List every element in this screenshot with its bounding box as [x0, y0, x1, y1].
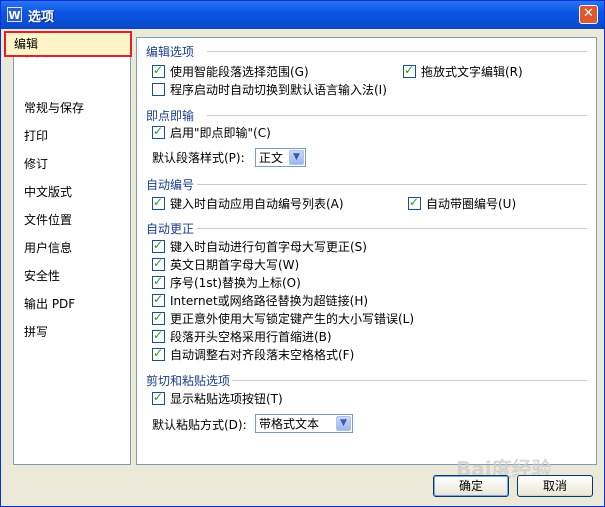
sidebar-item-spelling[interactable]: 拼写 [24, 322, 48, 342]
click-type-checkbox[interactable] [152, 124, 165, 139]
category-list: 视图 常规与保存 打印 修订 中文版式 文件位置 用户信息 安全性 输出 PDF… [13, 37, 131, 465]
smart-selection-checkbox[interactable] [152, 63, 165, 78]
ordinal-superscript-label: 序号(1st)替换为上标(O) [170, 276, 301, 290]
ordinal-superscript-checkbox[interactable] [152, 274, 165, 289]
sidebar-item-chinese-layout[interactable]: 中文版式 [24, 182, 72, 202]
divider [197, 184, 587, 185]
capitalize-date-checkbox[interactable] [152, 256, 165, 271]
title-bar[interactable]: W 选项 ✕ [1, 1, 604, 29]
section-autonum-title: 自动编号 [146, 178, 195, 192]
auto-ime-checkbox[interactable] [152, 83, 165, 96]
show-paste-options-label: 显示粘贴选项按钮(T) [170, 392, 283, 406]
section-paste-title: 剪切和粘贴选项 [146, 374, 231, 388]
sidebar-item-security[interactable]: 安全性 [24, 266, 60, 286]
ok-button[interactable]: 确定 [433, 475, 509, 497]
sidebar-item-revision[interactable]: 修订 [24, 154, 48, 174]
show-paste-options-checkbox[interactable] [152, 390, 165, 405]
auto-list-label: 键入时自动应用自动编号列表(A) [170, 197, 344, 211]
indent-space-label: 段落开头空格采用行首缩进(B) [170, 330, 332, 344]
settings-panel: 编辑选项 使用智能段落选择范围(G) 拖放式文字编辑(R) 程序启动时自动切换到… [136, 37, 597, 465]
click-type-label: 启用"即点即输"(C) [170, 126, 271, 140]
chevron-down-icon[interactable]: ▼ [336, 416, 351, 431]
options-dialog: W 选项 ✕ 视图 常规与保存 打印 修订 中文版式 文件位置 用户信息 安全性… [0, 0, 605, 507]
divider [197, 228, 587, 229]
hyperlink-label: Internet或网络路径替换为超链接(H) [170, 294, 369, 308]
smart-selection-label: 使用智能段落选择范围(G) [170, 65, 309, 79]
indent-space-checkbox[interactable] [152, 328, 165, 343]
section-autocorrect-title: 自动更正 [146, 222, 195, 236]
section-click-type-title: 即点即输 [146, 109, 195, 123]
caps-lock-checkbox[interactable] [152, 310, 165, 325]
capitalize-sentence-label: 键入时自动进行句首字母大写更正(S) [170, 240, 367, 254]
chevron-down-icon[interactable]: ▼ [289, 150, 304, 165]
close-button[interactable]: ✕ [579, 5, 598, 24]
divider [207, 51, 587, 52]
capitalize-sentence-checkbox[interactable] [152, 238, 165, 253]
sidebar-item-export-pdf[interactable]: 输出 PDF [24, 294, 75, 314]
right-align-space-label: 自动调整右对齐段落末空格格式(F) [170, 348, 355, 362]
section-edit-title: 编辑选项 [146, 45, 195, 59]
drag-drop-checkbox[interactable] [403, 63, 416, 78]
sidebar-item-edit-label: 编辑 [14, 37, 39, 51]
auto-list-checkbox[interactable] [152, 195, 165, 210]
default-style-label: 默认段落样式(P): [152, 151, 245, 165]
sidebar-item-general-save[interactable]: 常规与保存 [24, 98, 84, 118]
cancel-button[interactable]: 取消 [517, 475, 593, 497]
hyperlink-checkbox[interactable] [152, 292, 165, 307]
default-style-value: 正文 [259, 151, 284, 165]
sidebar-item-file-location[interactable]: 文件位置 [24, 210, 72, 230]
divider [232, 380, 587, 381]
caps-lock-label: 更正意外使用大写锁定键产生的大小写错误(L) [170, 312, 415, 326]
default-paste-label: 默认粘贴方式(D): [152, 418, 247, 432]
dialog-title: 选项 [28, 10, 55, 25]
capitalize-date-label: 英文日期首字母大写(W) [170, 258, 300, 272]
right-align-space-checkbox[interactable] [152, 346, 165, 361]
auto-ime-label: 程序启动时自动切换到默认语言输入法(I) [170, 83, 387, 97]
default-paste-select[interactable]: 带格式文本 ▼ [255, 414, 353, 433]
default-paste-value: 带格式文本 [259, 417, 320, 431]
divider [207, 115, 587, 116]
circled-number-checkbox[interactable] [408, 195, 421, 210]
sidebar-item-print[interactable]: 打印 [24, 126, 48, 146]
app-icon: W [7, 7, 22, 22]
circled-number-label: 自动带圈编号(U) [426, 197, 517, 211]
sidebar-item-user-info[interactable]: 用户信息 [24, 238, 72, 258]
sidebar-item-edit[interactable]: 编辑 [4, 31, 132, 57]
drag-drop-label: 拖放式文字编辑(R) [421, 65, 523, 79]
default-style-select[interactable]: 正文 ▼ [255, 148, 306, 167]
